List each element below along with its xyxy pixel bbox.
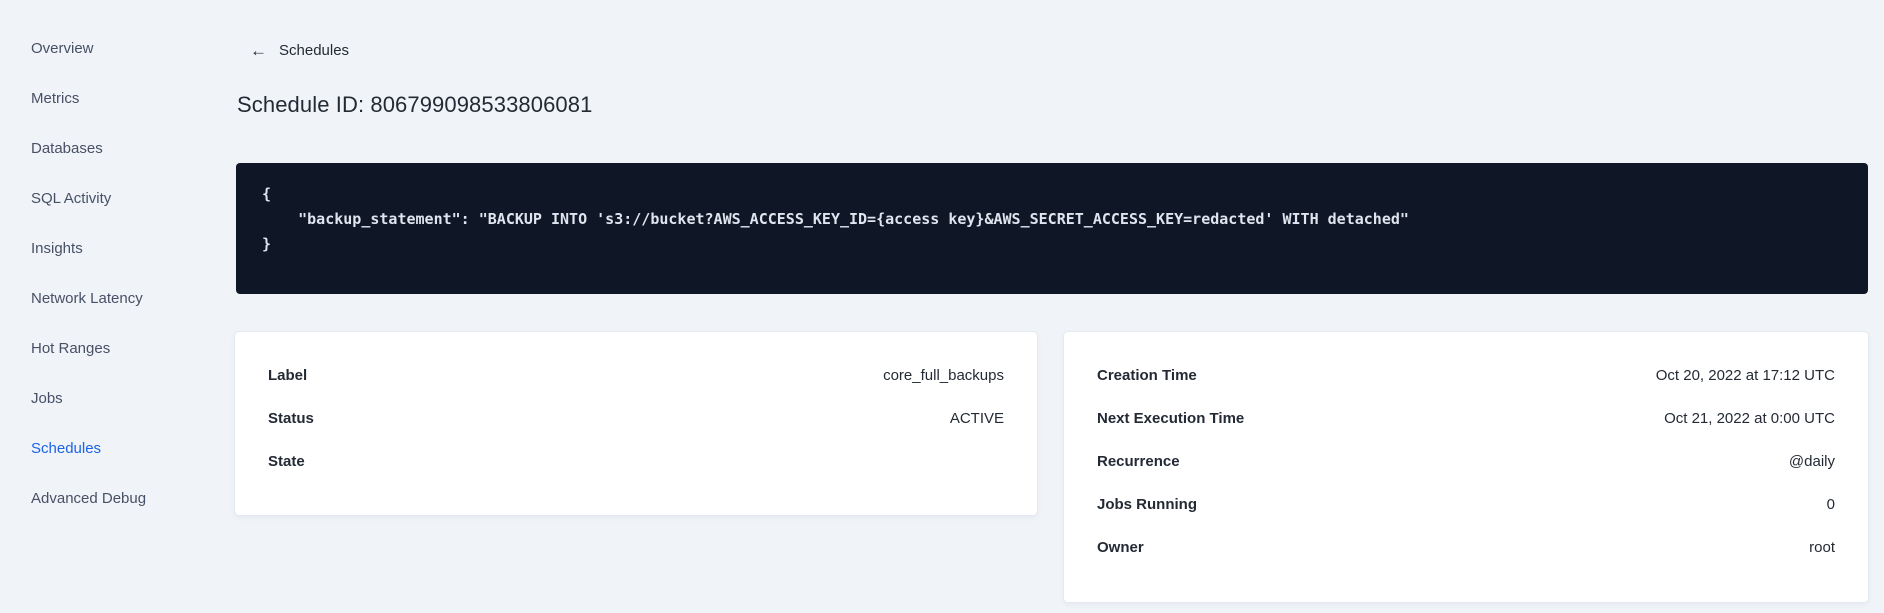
schedule-timing-card: Creation Time Oct 20, 2022 at 17:12 UTC … <box>1063 331 1869 603</box>
timing-row-label: Next Execution Time <box>1097 410 1245 427</box>
timing-row-value: root <box>1809 539 1835 556</box>
timing-row: Jobs Running 0 <box>1097 483 1835 526</box>
sidebar-item[interactable]: Databases <box>0 123 210 173</box>
sidebar-item-label: Databases <box>31 139 103 157</box>
sidebar-item[interactable]: SQL Activity <box>0 173 210 223</box>
sidebar-nav: Overview Metrics Databases SQL Activity … <box>0 23 210 523</box>
sidebar-item-label: Hot Ranges <box>31 339 111 357</box>
sidebar-item[interactable]: Metrics <box>0 73 210 123</box>
sidebar-item[interactable]: Jobs <box>0 373 210 423</box>
timing-row: Creation Time Oct 20, 2022 at 17:12 UTC <box>1097 354 1835 397</box>
sidebar-item-label: Metrics <box>31 89 80 107</box>
sidebar-item[interactable]: Overview <box>0 23 210 73</box>
detail-row: State <box>268 440 1004 483</box>
timing-row-value: 0 <box>1826 496 1835 513</box>
timing-row: Owner root <box>1097 526 1835 569</box>
detail-row-value: ACTIVE <box>949 410 1004 427</box>
timing-row-value: @daily <box>1788 453 1835 470</box>
timing-row-label: Owner <box>1097 539 1144 556</box>
timing-row-label: Jobs Running <box>1097 496 1197 513</box>
detail-row: Status ACTIVE <box>268 397 1004 440</box>
backup-statement-code: { "backup_statement": "BACKUP INTO 's3:/… <box>262 185 1409 253</box>
sidebar-item-label: Insights <box>31 239 83 257</box>
detail-row-label: Label <box>268 367 308 384</box>
page-title: Schedule ID: 806799098533806081 <box>237 92 593 117</box>
back-to-schedules-link[interactable]: ← Schedules <box>250 42 349 59</box>
sidebar-item[interactable]: Hot Ranges <box>0 323 210 373</box>
detail-row-label: Status <box>268 410 314 427</box>
timing-row: Recurrence @daily <box>1097 440 1835 483</box>
timing-row-value: Oct 20, 2022 at 17:12 UTC <box>1655 367 1835 384</box>
detail-row-label: State <box>268 453 305 470</box>
arrow-left-icon: ← <box>250 41 267 60</box>
sidebar-item-label: Schedules <box>31 439 102 457</box>
sidebar-item-label: SQL Activity <box>31 189 112 207</box>
timing-row-value: Oct 21, 2022 at 0:00 UTC <box>1664 410 1835 427</box>
sidebar-item[interactable]: Schedules <box>0 423 210 473</box>
back-link-label: Schedules <box>279 42 350 59</box>
timing-row: Next Execution Time Oct 21, 2022 at 0:00… <box>1097 397 1835 440</box>
timing-row-label: Creation Time <box>1097 367 1197 384</box>
sidebar-item-label: Jobs <box>31 389 63 407</box>
sidebar-item[interactable]: Advanced Debug <box>0 473 210 523</box>
schedule-statement-code-block: { "backup_statement": "BACKUP INTO 's3:/… <box>236 163 1868 294</box>
schedule-detail-card: Label core_full_backups Status ACTIVE St… <box>234 331 1038 516</box>
sidebar-item[interactable]: Network Latency <box>0 273 210 323</box>
sidebar-item[interactable]: Insights <box>0 223 210 273</box>
timing-row-label: Recurrence <box>1097 453 1180 470</box>
sidebar-item-label: Advanced Debug <box>31 489 147 507</box>
sidebar-item-label: Overview <box>31 39 94 57</box>
detail-row: Label core_full_backups <box>268 354 1004 397</box>
detail-row-value: core_full_backups <box>883 367 1004 384</box>
sidebar-item-label: Network Latency <box>31 289 143 307</box>
